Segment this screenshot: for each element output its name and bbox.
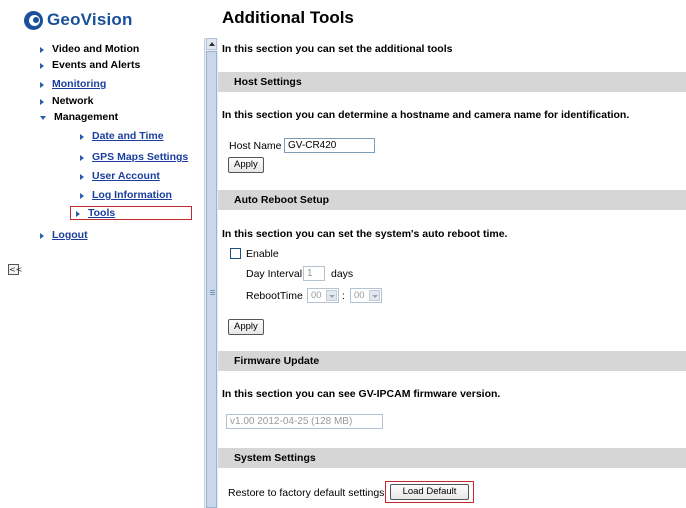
expand-arrow-icon (40, 62, 44, 69)
sidebar-item-label: User Account (92, 170, 160, 182)
reboot-time-label: RebootTime (246, 290, 303, 302)
expand-arrow-icon (80, 154, 84, 161)
expand-arrow-icon (80, 133, 84, 140)
sidebar-item-date-and-time[interactable]: Date and Time (80, 130, 164, 143)
sidebar-item-label: Date and Time (92, 130, 164, 142)
sidebar-item-label: Network (52, 95, 94, 107)
sidebar-item-label: Events and Alerts (52, 59, 141, 71)
reboot-minute-select[interactable]: 00 (350, 288, 382, 303)
firmware-description: In this section you can see GV-IPCAM fir… (222, 388, 501, 400)
sidebar-item-video-and-motion[interactable]: Video and Motion (40, 43, 139, 56)
section-header-auto-reboot: Auto Reboot Setup (218, 190, 686, 210)
sidebar-item-network[interactable]: Network (40, 95, 93, 108)
sidebar-item-logout[interactable]: Logout (40, 229, 88, 242)
sidebar-item-events-and-alerts[interactable]: Events and Alerts (40, 59, 140, 72)
expand-arrow-icon (40, 81, 44, 88)
expand-arrow-icon (40, 98, 44, 105)
geovision-logo-icon (24, 10, 43, 30)
reboot-hour-value: 00 (311, 290, 322, 301)
sidebar-item-log-information[interactable]: Log Information (80, 189, 172, 202)
sidebar-item-gps-maps-settings[interactable]: GPS Maps Settings (80, 151, 188, 164)
sidebar-item-label: Video and Motion (52, 43, 140, 55)
sidebar-item-label: Log Information (92, 189, 172, 201)
expand-arrow-icon (40, 46, 44, 53)
time-separator: : (342, 290, 345, 302)
sidebar-item-label: Logout (52, 229, 88, 241)
page-title: Additional Tools (222, 8, 354, 27)
sidebar-item-user-account[interactable]: User Account (80, 170, 160, 183)
vertical-scrollbar[interactable] (204, 38, 218, 508)
section-header-host-settings: Host Settings (218, 72, 686, 92)
expand-arrow-icon (80, 173, 84, 180)
intro-text: In this section you can set the addition… (222, 43, 453, 55)
section-header-firmware-update: Firmware Update (218, 351, 686, 371)
host-name-input[interactable]: GV-CR420 (284, 138, 375, 153)
collapse-sidebar-button[interactable]: << (8, 264, 22, 275)
sidebar-item-label: Management (54, 111, 119, 123)
logo-text: GeoVision (47, 10, 133, 29)
logo: GeoVision (24, 10, 133, 30)
chevron-down-icon (369, 290, 380, 301)
host-apply-button[interactable]: Apply (228, 157, 264, 173)
scroll-thumb[interactable] (206, 51, 217, 508)
sidebar: GeoVision Video and Motion Events and Al… (0, 0, 204, 508)
enable-reboot-checkbox[interactable] (230, 248, 241, 259)
sidebar-item-label: Monitoring (52, 78, 107, 90)
firmware-version-field: v1.00 2012-04-25 (128 MB) (226, 414, 383, 429)
expand-arrow-icon (40, 232, 44, 239)
auto-reboot-description: In this section you can set the system's… (222, 228, 508, 240)
scroll-up-icon[interactable] (206, 38, 217, 50)
sidebar-item-label: GPS Maps Settings (92, 151, 189, 163)
reboot-minute-value: 00 (354, 290, 365, 301)
page: GeoVision Video and Motion Events and Al… (0, 0, 686, 508)
reboot-apply-button[interactable]: Apply (228, 319, 264, 335)
load-default-button[interactable]: Load Default (390, 484, 469, 500)
sidebar-item-management[interactable]: Management (40, 111, 118, 124)
reboot-hour-select[interactable]: 00 (307, 288, 339, 303)
main-content: Additional Tools In this section you can… (218, 0, 686, 508)
day-interval-input[interactable]: 1 (303, 266, 325, 281)
sidebar-item-tools[interactable]: Tools (76, 207, 115, 220)
day-interval-label: Day Interval (246, 268, 303, 280)
enable-label: Enable (246, 248, 279, 260)
sidebar-item-monitoring[interactable]: Monitoring (40, 78, 106, 91)
host-settings-description: In this section you can determine a host… (222, 109, 630, 121)
days-unit-label: days (331, 268, 354, 280)
expand-arrow-icon (76, 210, 80, 217)
sidebar-item-label: Tools (88, 207, 116, 219)
restore-factory-label: Restore to factory default settings (228, 487, 385, 499)
grip-icon (210, 290, 215, 291)
chevron-down-icon (326, 290, 337, 301)
host-name-label: Host Name (229, 140, 282, 152)
section-header-system-settings: System Settings (218, 448, 686, 468)
collapse-arrow-icon (40, 115, 46, 120)
expand-arrow-icon (80, 192, 84, 199)
